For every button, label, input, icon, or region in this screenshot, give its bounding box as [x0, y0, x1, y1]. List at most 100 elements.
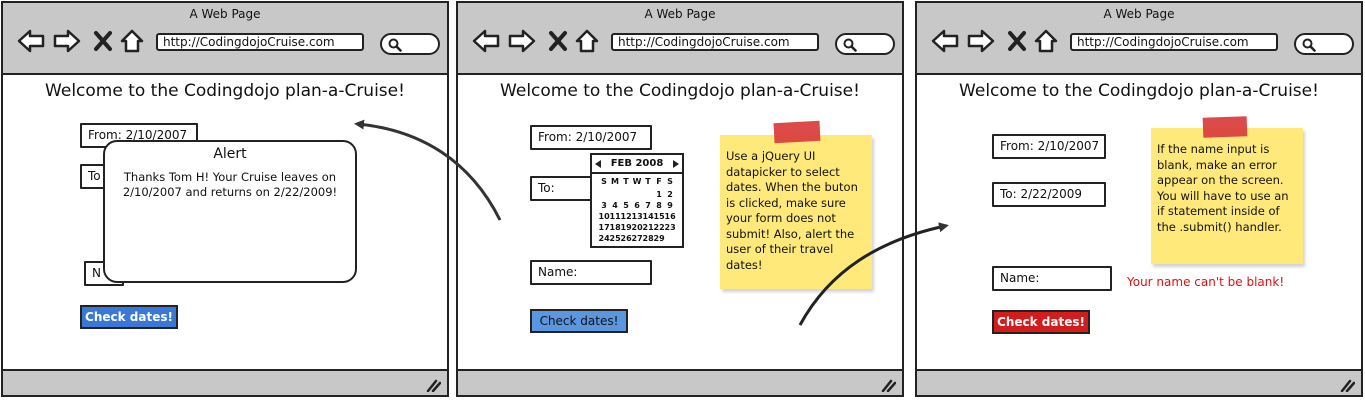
calendar-month: FEB 2008 [610, 158, 664, 169]
calendar-day[interactable]: 2 [665, 189, 676, 200]
browser-window-3: A Web Page http://CodingdojoCruise.com W… [915, 1, 1363, 397]
forward-arrow-icon[interactable] [508, 29, 536, 53]
url-bar[interactable]: http://CodingdojoCruise.com [1070, 33, 1278, 51]
page-title: Welcome to the Codingdojo plan-a-Cruise! [45, 81, 405, 101]
datepicker-calendar[interactable]: FEB 2008 SMTWTFS 1 2 3 4 5 6 7 8 9 10 11 12 13 14 15 16… [590, 153, 684, 248]
browser-toolbar: A Web Page http://CodingdojoCruise.com [458, 3, 902, 75]
home-icon[interactable] [575, 29, 599, 53]
calendar-empty-cell [621, 189, 632, 200]
calendar-day[interactable]: 28 [643, 233, 654, 244]
search-field[interactable] [835, 33, 895, 55]
home-icon[interactable] [120, 29, 144, 53]
alert-title: Alert [213, 146, 247, 162]
from-date-field[interactable]: From: 2/10/2007 [992, 134, 1106, 159]
window-title: A Web Page [189, 7, 261, 21]
calendar-day[interactable]: 4 [610, 200, 621, 211]
next-month-icon[interactable] [672, 160, 679, 168]
calendar-day[interactable]: 29 [654, 233, 665, 244]
calendar-day[interactable]: 5 [621, 200, 632, 211]
forward-arrow-icon[interactable] [53, 29, 81, 53]
tape-strip [1202, 116, 1248, 138]
browser-window-1: A Web Page http://CodingdojoCruise.com W… [1, 1, 449, 397]
search-field[interactable] [1294, 33, 1354, 55]
calendar-day[interactable]: 23 [665, 222, 676, 233]
search-field[interactable] [380, 33, 440, 55]
note-text: Use a jQuery UI datapicker to select dat… [726, 149, 858, 272]
calendar-day[interactable]: 19 [621, 222, 632, 233]
calendar-day[interactable]: 6 [632, 200, 643, 211]
calendar-empty-cell [599, 189, 610, 200]
calendar-weekday: S [667, 177, 673, 186]
calendar-day[interactable]: 12 [621, 211, 632, 222]
calendar-day[interactable]: 21 [643, 222, 654, 233]
calendar-weekday: M [611, 177, 619, 186]
calendar-day[interactable]: 16 [665, 211, 676, 222]
calendar-weekday: W [632, 177, 642, 186]
to-date-field[interactable]: To: 2/22/2009 [992, 182, 1106, 207]
name-field[interactable]: Name: [992, 266, 1112, 291]
calendar-day[interactable]: 9 [665, 200, 676, 211]
calendar-empty-cell [643, 189, 654, 200]
forward-arrow-icon[interactable] [967, 29, 995, 53]
magnifier-icon [1302, 38, 1316, 52]
check-dates-button[interactable]: Check dates! [992, 310, 1090, 334]
calendar-weekdays: SMTWTFS [592, 176, 682, 187]
calendar-day[interactable]: 17 [599, 222, 610, 233]
tape-strip [773, 120, 821, 144]
window-title: A Web Page [1103, 7, 1175, 21]
prev-month-icon[interactable] [595, 160, 602, 168]
resize-grip-icon[interactable] [1339, 378, 1355, 392]
calendar-day[interactable]: 24 [599, 233, 610, 244]
close-x-icon[interactable] [93, 29, 113, 53]
back-arrow-icon[interactable] [931, 29, 959, 53]
browser-toolbar: A Web Page http://CodingdojoCruise.com [3, 3, 447, 75]
calendar-day[interactable]: 18 [610, 222, 621, 233]
calendar-day[interactable]: 14 [643, 211, 654, 222]
back-arrow-icon[interactable] [17, 29, 45, 53]
calendar-day[interactable]: 13 [632, 211, 643, 222]
calendar-day[interactable]: 3 [599, 200, 610, 211]
resize-grip-icon[interactable] [425, 378, 441, 392]
name-error-message: Your name can't be blank! [1127, 275, 1285, 289]
calendar-day[interactable]: 11 [610, 211, 621, 222]
alert-message: Thanks Tom H! Your Cruise leaves on 2/10… [122, 170, 338, 199]
status-bar [3, 369, 447, 395]
calendar-day[interactable]: 26 [621, 233, 632, 244]
calendar-day[interactable]: 15 [654, 211, 665, 222]
home-icon[interactable] [1034, 29, 1058, 53]
calendar-day[interactable]: 20 [632, 222, 643, 233]
url-bar[interactable]: http://CodingdojoCruise.com [156, 33, 364, 51]
browser-toolbar: A Web Page http://CodingdojoCruise.com [917, 3, 1361, 75]
check-dates-button[interactable]: Check dates! [530, 309, 628, 333]
calendar-day[interactable]: 25 [610, 233, 621, 244]
note-text: If the name input is blank, make an erro… [1157, 142, 1289, 234]
magnifier-icon [388, 38, 402, 52]
sticky-note: If the name input is blank, make an erro… [1151, 128, 1303, 264]
calendar-day[interactable]: 8 [654, 200, 665, 211]
calendar-day[interactable]: 7 [643, 200, 654, 211]
calendar-day[interactable]: 1 [654, 189, 665, 200]
from-date-field[interactable]: From: 2/10/2007 [530, 125, 652, 150]
check-dates-button[interactable]: Check dates! [80, 305, 178, 329]
sticky-note: Use a jQuery UI datapicker to select dat… [720, 135, 872, 289]
calendar-day[interactable]: 27 [632, 233, 643, 244]
resize-grip-icon[interactable] [880, 378, 896, 392]
calendar-day[interactable]: 10 [599, 211, 610, 222]
status-bar [917, 369, 1361, 395]
calendar-weekday: T [645, 177, 651, 186]
alert-dialog: Alert Thanks Tom H! Your Cruise leaves o… [103, 140, 357, 283]
back-arrow-icon[interactable] [472, 29, 500, 53]
window-title: A Web Page [644, 7, 716, 21]
calendar-weekday: S [601, 177, 607, 186]
calendar-day[interactable]: 22 [654, 222, 665, 233]
name-field[interactable]: Name: [530, 260, 652, 285]
calendar-empty-cell [632, 189, 643, 200]
page-title: Welcome to the Codingdojo plan-a-Cruise! [959, 81, 1319, 101]
url-bar[interactable]: http://CodingdojoCruise.com [611, 33, 819, 51]
close-x-icon[interactable] [1007, 29, 1027, 53]
calendar-weekday: T [623, 177, 629, 186]
status-bar [458, 369, 902, 395]
magnifier-icon [843, 38, 857, 52]
close-x-icon[interactable] [548, 29, 568, 53]
calendar-empty-cell [610, 189, 621, 200]
